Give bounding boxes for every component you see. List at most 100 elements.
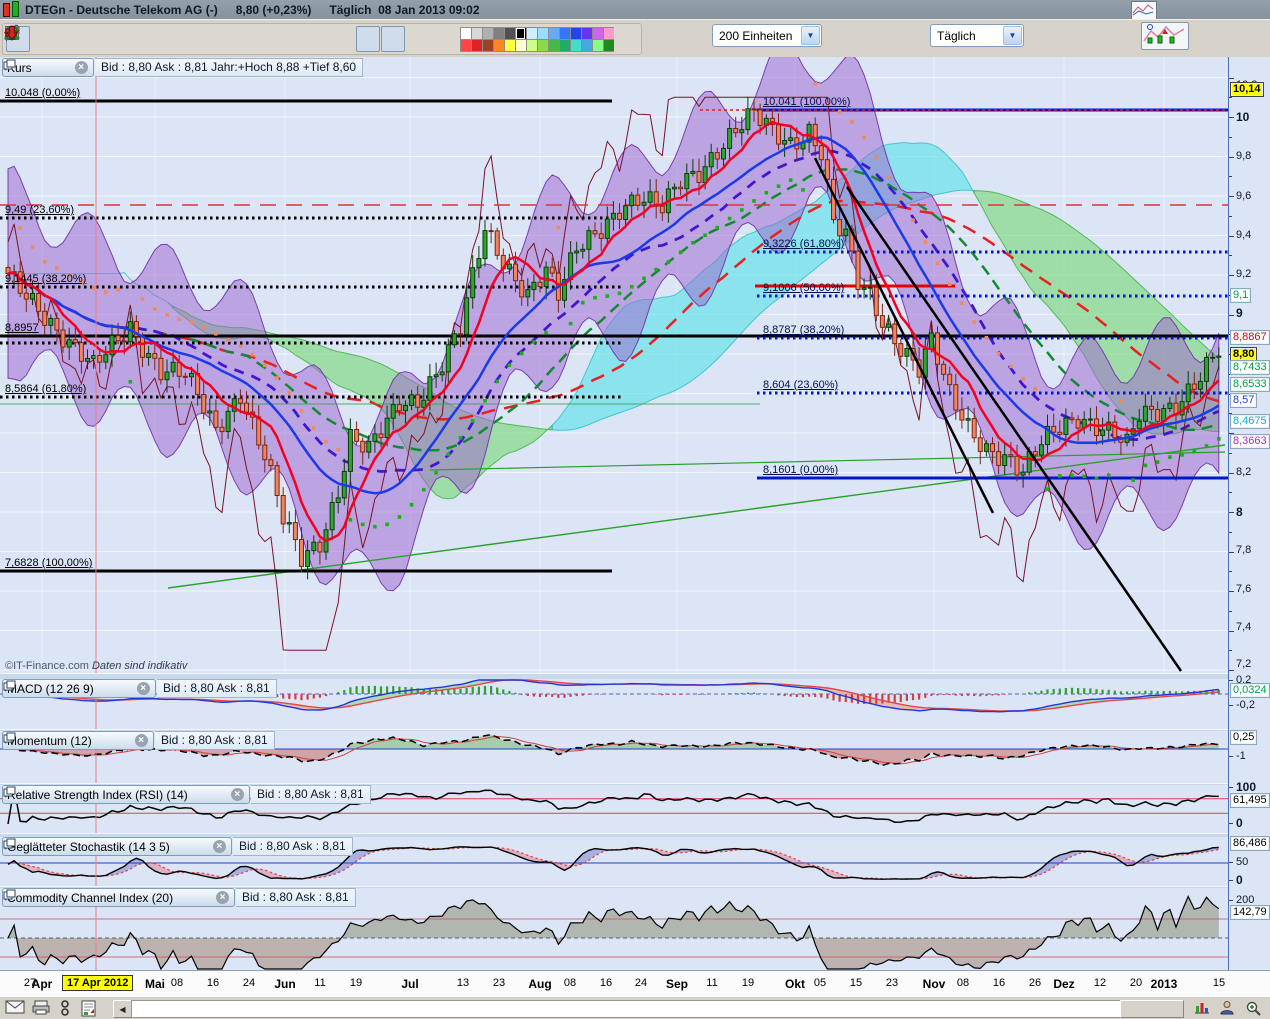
- delete-tool-button[interactable]: [331, 26, 355, 52]
- units-dropdown[interactable]: 200 Einheiten ▼: [712, 24, 822, 47]
- close-icon[interactable]: ×: [230, 788, 245, 801]
- panel-tab-momentum[interactable]: Momentum (12)×: [2, 731, 154, 750]
- settings-tool-button[interactable]: [306, 26, 330, 52]
- settings-wrench-icon[interactable]: [192, 788, 207, 801]
- highlighted-date-box: 17 Apr 2012: [62, 975, 133, 991]
- scroll-left-button[interactable]: ◀: [113, 1000, 132, 1018]
- report-icon[interactable]: [80, 999, 104, 1018]
- axis-value-box: 86,486: [1230, 836, 1270, 851]
- axis-tick-label: 8: [1236, 507, 1243, 518]
- alarm-tool-button[interactable]: [56, 26, 80, 52]
- horizontal-line-tool-button[interactable]: [156, 26, 180, 52]
- text-tool-button[interactable]: T: [231, 26, 255, 52]
- color-swatch[interactable]: [548, 39, 559, 52]
- detach-window-icon[interactable]: [196, 891, 211, 904]
- scrollbar-track[interactable]: [131, 1000, 1184, 1018]
- bid-ask-label: Bid : 8,80 Ask : 8,81: [155, 731, 275, 750]
- point-tool-button[interactable]: [106, 26, 130, 52]
- close-icon[interactable]: ×: [212, 840, 227, 853]
- color-swatch[interactable]: [526, 39, 537, 52]
- parallel-lines-tool-button[interactable]: [281, 26, 305, 52]
- bid-ask-label: Bid : 8,80 Ask : 8,81: [251, 785, 371, 804]
- color-swatch[interactable]: [515, 39, 526, 52]
- bid-ask-label: Bid : 8,80 Ask : 8,81: [157, 679, 277, 698]
- panel-title: MACD (12 26 9): [7, 682, 94, 696]
- title-bar: DTEGn - Deutsche Telekom AG (-) 8,80 (+0…: [0, 0, 1270, 19]
- chevron-down-icon[interactable]: ▼: [1003, 26, 1022, 45]
- zoom-in-icon[interactable]: [1244, 999, 1268, 1018]
- candle-style-button[interactable]: [381, 26, 405, 52]
- color-swatch[interactable]: [482, 39, 493, 52]
- panel-tab-cci[interactable]: Commodity Channel Index (20)×: [2, 888, 235, 907]
- settings-wrench-icon[interactable]: [177, 891, 192, 904]
- axis-value-box: 8,8867: [1230, 330, 1270, 345]
- time-tick-label: 23: [886, 977, 898, 989]
- color-swatch[interactable]: [537, 39, 548, 52]
- segment-tool-button[interactable]: [256, 26, 280, 52]
- panel-tab-stoch[interactable]: Geglätteter Stochastik (14 3 5)×: [2, 837, 232, 856]
- axis-value-box: 9,1: [1230, 288, 1251, 303]
- contacts-icon[interactable]: [1218, 999, 1242, 1018]
- detach-window-icon[interactable]: [55, 61, 70, 74]
- axis-tick-label: 10: [1236, 112, 1249, 123]
- time-tick-label: 11: [314, 977, 325, 989]
- trendline-tool-button[interactable]: [131, 26, 155, 52]
- color-swatch[interactable]: [559, 39, 570, 52]
- chevron-down-icon[interactable]: ▼: [801, 26, 820, 45]
- color-swatch[interactable]: [493, 39, 504, 52]
- chart-columns-icon[interactable]: [1192, 999, 1216, 1018]
- close-icon[interactable]: ×: [134, 734, 149, 747]
- link-icon[interactable]: [58, 999, 76, 1018]
- time-tick-label: 24: [243, 977, 255, 989]
- ruler-tool-button[interactable]: [31, 26, 55, 52]
- close-icon[interactable]: ×: [136, 682, 151, 695]
- close-icon[interactable]: ×: [74, 61, 89, 74]
- line-style-button[interactable]: [356, 26, 380, 52]
- time-tick-label: 19: [742, 977, 754, 989]
- axis-tick-label: 100: [1236, 782, 1256, 793]
- mini-chart-icon[interactable]: [1131, 1, 1157, 20]
- settings-wrench-icon[interactable]: [174, 840, 189, 853]
- color-swatch[interactable]: [471, 39, 482, 52]
- time-tick-label: 15: [850, 977, 862, 989]
- close-icon[interactable]: ×: [215, 891, 230, 904]
- chart-preview-button[interactable]: [1141, 22, 1189, 50]
- detach-window-icon[interactable]: [211, 788, 226, 801]
- detach-window-icon[interactable]: [115, 734, 130, 747]
- vertical-line-tool-button[interactable]: [181, 26, 205, 52]
- settings-wrench-icon[interactable]: [36, 61, 51, 74]
- status-bar: ◀: [0, 996, 1270, 1019]
- time-tick-label: Sep: [666, 977, 688, 991]
- fibonacci-tool-button[interactable]: [206, 26, 230, 52]
- print-icon[interactable]: [30, 999, 54, 1018]
- color-swatch[interactable]: [603, 39, 614, 52]
- settings-wrench-icon[interactable]: [98, 682, 113, 695]
- settings-wrench-icon[interactable]: [96, 734, 111, 747]
- panel-tab-macd[interactable]: MACD (12 26 9) ×: [2, 679, 156, 698]
- time-tick-label: 12: [1094, 977, 1106, 989]
- color-swatch[interactable]: [581, 39, 592, 52]
- detach-window-icon[interactable]: [193, 840, 208, 853]
- color-swatch[interactable]: [460, 39, 471, 52]
- time-tick-label: 08: [957, 977, 969, 989]
- color-swatch[interactable]: [504, 39, 515, 52]
- timeframe-dropdown[interactable]: Täglich ▼: [930, 24, 1024, 47]
- sell-arrow-button[interactable]: [431, 26, 455, 52]
- mail-icon[interactable]: [4, 999, 28, 1018]
- timeframe-dropdown-value: Täglich: [931, 29, 1002, 43]
- price-axis[interactable]: 10,2109,89,69,49,298,287,87,67,47,210,14…: [1228, 57, 1270, 970]
- detach-window-icon[interactable]: [117, 682, 132, 695]
- color-swatch[interactable]: [592, 39, 603, 52]
- scrollbar-thumb[interactable]: [1120, 1000, 1184, 1018]
- buy-arrow-button[interactable]: [406, 26, 430, 52]
- axis-tick-label: -0,2: [1236, 700, 1255, 711]
- color-swatch[interactable]: [570, 39, 581, 52]
- panel-tab-kurs[interactable]: Kurs×: [2, 58, 94, 77]
- color-palette[interactable]: [460, 27, 614, 51]
- panel-tab-rsi[interactable]: Relative Strength Index (RSI) (14)×: [2, 785, 250, 804]
- zoom-tool-button[interactable]: [81, 26, 105, 52]
- time-tick-label: Mai: [145, 977, 165, 991]
- bid-ask-label: Bid : 8,80 Ask : 8,81 Jahr:+Hoch 8,88 +T…: [95, 58, 363, 77]
- price-chart[interactable]: ©IT-Finance.com Daten sind indikativ 10,…: [0, 57, 1228, 673]
- axis-value-box: 8,6533: [1230, 377, 1270, 392]
